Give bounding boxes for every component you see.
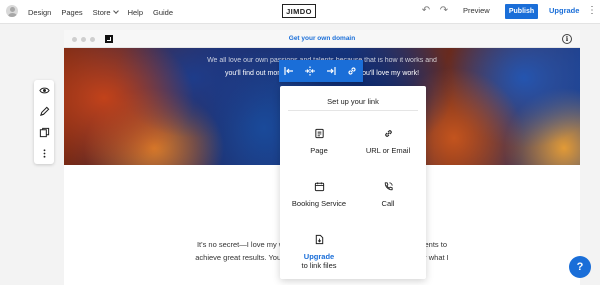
brush-icon: [39, 106, 49, 116]
nav-help[interactable]: Help: [128, 8, 143, 17]
link-option-label: to link files: [301, 261, 337, 270]
link-option-label: Booking Service: [291, 199, 347, 208]
avatar[interactable]: [6, 5, 18, 17]
eye-icon: [38, 87, 50, 94]
redo-icon[interactable]: ↷: [438, 5, 450, 17]
link-option-label: URL or Email: [365, 146, 411, 155]
top-bar: Design Pages Store Help Guide JIMDO ↶ ↷ …: [0, 0, 600, 24]
link-option-url[interactable]: URL or Email: [353, 128, 423, 155]
browser-bar: Get your own domain i: [64, 30, 580, 48]
left-toolbar: [34, 80, 54, 164]
copy-icon: [39, 127, 49, 138]
link-icon: [348, 67, 356, 75]
nav-design[interactable]: Design: [28, 8, 51, 17]
publish-button[interactable]: Publish: [505, 4, 538, 19]
nav-store[interactable]: Store: [92, 7, 119, 17]
link-option-label: Page: [310, 146, 328, 155]
undo-icon[interactable]: ↶: [420, 5, 432, 17]
link-option-booking[interactable]: Booking Service: [284, 181, 354, 208]
page-icon: [314, 128, 324, 139]
file-download-icon: [315, 234, 323, 245]
copy-tool[interactable]: [34, 122, 54, 143]
link-setup-popup: Set up your link Page URL or Email Booki…: [280, 86, 426, 279]
info-icon[interactable]: i: [562, 34, 572, 44]
link-option-label: Call: [381, 199, 395, 208]
jimdo-logo: JIMDO: [282, 4, 316, 18]
align-center-icon: [305, 66, 315, 76]
align-left-button[interactable]: [279, 60, 300, 82]
phone-icon: [384, 182, 393, 191]
link-icon: [384, 130, 392, 137]
link-toolbar: [279, 60, 363, 82]
align-center-button[interactable]: [300, 60, 321, 82]
preview-button[interactable]: Preview: [463, 6, 490, 15]
upgrade-link[interactable]: Upgrade: [284, 252, 354, 261]
main-nav: Design Pages Store Help Guide: [28, 0, 173, 24]
chevron-down-icon: [112, 8, 119, 14]
calendar-icon: [314, 182, 324, 192]
nav-pages[interactable]: Pages: [61, 8, 82, 17]
style-tool[interactable]: [34, 101, 54, 122]
link-option-call[interactable]: Call: [353, 181, 423, 208]
more-menu-icon[interactable]: ⋮: [587, 4, 597, 18]
link-option-file[interactable]: Upgrade to link files: [284, 234, 354, 270]
link-option-page[interactable]: Page: [284, 128, 354, 155]
align-right-button[interactable]: [321, 60, 342, 82]
upgrade-button[interactable]: Upgrade: [549, 6, 579, 15]
get-domain-link[interactable]: Get your own domain: [64, 35, 580, 42]
popup-title: Set up your link: [327, 97, 379, 106]
align-right-icon: [327, 67, 336, 75]
nav-guide[interactable]: Guide: [153, 8, 173, 17]
align-left-icon: [284, 67, 293, 75]
more-vertical-icon: [43, 149, 45, 158]
nav-store-label: Store: [92, 7, 111, 17]
link-button[interactable]: [342, 60, 363, 82]
divider: [288, 110, 418, 111]
help-button[interactable]: ?: [569, 256, 591, 278]
more-tool[interactable]: [34, 143, 54, 164]
visibility-tool[interactable]: [34, 80, 54, 101]
